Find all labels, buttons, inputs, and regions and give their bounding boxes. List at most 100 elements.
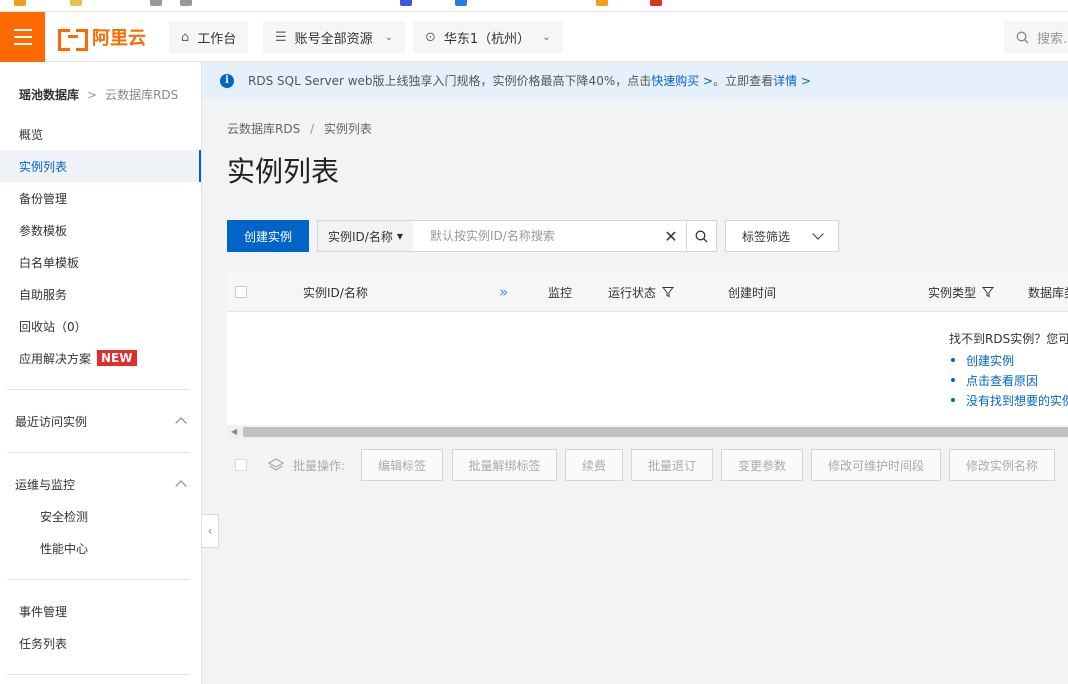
caret-down-icon: ▼ <box>396 231 403 241</box>
sidebar-divider <box>7 389 190 390</box>
empty-not-found-link[interactable]: 没有找到想要的实例？ <box>966 392 1068 409</box>
sidebar-item-backup[interactable]: 备份管理 <box>0 182 201 214</box>
sidebar-item-event-management[interactable]: 事件管理 <box>0 595 201 627</box>
bookmarks-bar <box>0 0 1068 12</box>
sidebar-item-task-list[interactable]: 任务列表 <box>0 627 201 659</box>
sidebar-group-recent-instances[interactable]: 最近访问实例 <box>0 405 201 437</box>
aliyun-logo[interactable]: 阿里云 <box>58 24 146 51</box>
logo-text: 阿里云 <box>92 28 146 49</box>
batch-label: 批量操作: <box>293 459 346 473</box>
quick-buy-link[interactable]: 快速购买 > <box>651 72 713 89</box>
bookmark-icon[interactable] <box>180 0 192 6</box>
create-instance-button[interactable]: 创建实例 <box>227 220 309 252</box>
sidebar-item-overview[interactable]: 概览 <box>0 118 201 150</box>
column-id-name: 实例ID/名称 <box>303 272 368 312</box>
sidebar-item-instance-list[interactable]: 实例列表 <box>0 150 201 182</box>
sidebar-divider <box>7 674 190 675</box>
list-icon: ☰ <box>275 29 287 45</box>
modify-maintenance-window-button[interactable]: 修改可维护时间段 <box>811 449 941 481</box>
page-title: 实例列表 <box>227 155 340 188</box>
empty-tip: 找不到RDS实例？您可 <box>949 332 1068 346</box>
sidebar-item-label: 安全检测 <box>40 509 89 524</box>
column-label: 运行状态 <box>608 285 657 300</box>
sidebar-item-label: 回收站（0） <box>19 319 87 334</box>
scrollbar-thumb[interactable] <box>243 427 1068 437</box>
top-header: 阿里云 ⌂ 工作台 ☰ 账号全部资源 ⌄ ⊙ 华东1（杭州） ⌄ 搜索... <box>0 12 1068 62</box>
bookmark-icon[interactable] <box>70 0 82 6</box>
workbench-label: 工作台 <box>197 31 237 47</box>
filter-icon[interactable] <box>662 286 675 298</box>
batch-select-checkbox[interactable] <box>235 459 247 471</box>
sidebar-item-solutions[interactable]: 应用解决方案 NEW <box>0 342 201 374</box>
breadcrumb-separator: / <box>310 122 315 136</box>
instance-search-group: 实例ID/名称 ▼ ✕ <box>317 220 717 252</box>
bookmark-icon[interactable] <box>596 0 608 6</box>
tag-filter-label: 标签筛选 <box>742 229 791 244</box>
search-field-select[interactable]: 实例ID/名称 ▼ <box>318 221 413 251</box>
tag-filter-dropdown[interactable]: 标签筛选 <box>725 220 839 252</box>
notice-banner: i RDS SQL Server web版上线独享入门规格，实例价格最高下降40… <box>203 62 1068 99</box>
sidebar-item-label: 任务列表 <box>19 636 68 651</box>
bookmark-icon[interactable] <box>150 0 162 6</box>
sidebar-item-param-templates[interactable]: 参数模板 <box>0 214 201 246</box>
region-dropdown[interactable]: ⊙ 华东1（杭州） ⌄ <box>413 21 563 53</box>
breadcrumb-parent[interactable]: 瑶池数据库 <box>19 86 79 103</box>
column-type: 实例类型 <box>928 272 995 312</box>
modify-instance-name-button[interactable]: 修改实例名称 <box>949 449 1055 481</box>
sidebar-item-self-service[interactable]: 自助服务 <box>0 278 201 310</box>
empty-view-reason-link[interactable]: 点击查看原因 <box>966 372 1038 389</box>
sidebar-item-performance-center[interactable]: 性能中心 <box>0 532 201 564</box>
sidebar-item-whitelist-templates[interactable]: 白名单模板 <box>0 246 201 278</box>
sidebar-item-label: 事件管理 <box>19 604 68 619</box>
sidebar: 瑶池数据库 > 云数据库RDS 概览 实例列表 备份管理 参数模板 白名单模板 … <box>0 62 202 684</box>
sidebar-divider <box>7 452 190 453</box>
sidebar-breadcrumb: 瑶池数据库 > 云数据库RDS <box>19 86 178 103</box>
bullet <box>951 378 955 382</box>
batch-unsubscribe-button[interactable]: 批量退订 <box>631 449 713 481</box>
info-icon: i <box>220 73 234 88</box>
column-label: 实例类型 <box>928 285 977 300</box>
sidebar-item-label: 白名单模板 <box>19 255 80 270</box>
expand-columns-icon[interactable]: » <box>499 272 508 312</box>
scroll-left-icon[interactable]: ◀ <box>231 427 237 436</box>
sidebar-divider <box>7 579 190 580</box>
sidebar-item-label: 应用解决方案 <box>19 351 92 366</box>
sidebar-item-label: 参数模板 <box>19 223 68 238</box>
change-params-button[interactable]: 变更参数 <box>721 449 803 481</box>
empty-create-instance-link[interactable]: 创建实例 <box>966 352 1014 369</box>
bookmark-icon[interactable] <box>14 0 26 6</box>
sidebar-collapse-button[interactable]: ‹ <box>202 514 219 548</box>
global-search-input[interactable]: 搜索... <box>1004 21 1068 53</box>
chevron-left-icon: ‹ <box>207 524 213 538</box>
search-button[interactable] <box>686 221 716 251</box>
search-field-label: 实例ID/名称 <box>328 229 393 244</box>
breadcrumb-rds[interactable]: 云数据库RDS <box>227 122 300 136</box>
batch-unbind-tags-button[interactable]: 批量解绑标签 <box>452 449 557 481</box>
layers-icon <box>268 458 284 471</box>
bookmark-icon[interactable] <box>400 0 412 6</box>
edit-tags-button[interactable]: 编辑标签 <box>361 449 443 481</box>
sidebar-item-security-check[interactable]: 安全检测 <box>0 500 201 532</box>
details-link[interactable]: 详情 > <box>773 72 811 89</box>
chevron-up-icon <box>175 417 187 429</box>
bookmark-icon[interactable] <box>650 0 662 6</box>
breadcrumb-instance-list: 实例列表 <box>323 122 372 136</box>
resources-dropdown[interactable]: ☰ 账号全部资源 ⌄ <box>263 21 406 53</box>
bookmark-icon[interactable] <box>455 0 467 6</box>
clear-icon[interactable]: ✕ <box>656 221 686 251</box>
sidebar-item-recycle-bin[interactable]: 回收站（0） <box>0 310 201 342</box>
chevron-up-icon <box>175 480 187 492</box>
select-all-checkbox[interactable] <box>235 286 247 298</box>
column-label: 数据库类型 <box>1028 285 1068 300</box>
column-label: 创建时间 <box>728 285 777 300</box>
renew-button[interactable]: 续费 <box>565 449 623 481</box>
sidebar-group-ops-monitoring[interactable]: 运维与监控 <box>0 468 201 500</box>
table-body: 找不到RDS实例？您可 创建实例 点击查看原因 没有找到想要的实例？ <box>227 312 1068 425</box>
workbench-button[interactable]: ⌂ 工作台 <box>169 21 249 53</box>
filter-icon[interactable] <box>982 286 995 298</box>
horizontal-scrollbar[interactable]: ◀ <box>227 425 1068 439</box>
sidebar-item-label: 性能中心 <box>40 541 89 556</box>
instance-search-input[interactable] <box>413 221 656 251</box>
hamburger-menu-icon[interactable] <box>0 12 45 62</box>
notice-text-mid: 。立即查看 <box>713 74 774 88</box>
